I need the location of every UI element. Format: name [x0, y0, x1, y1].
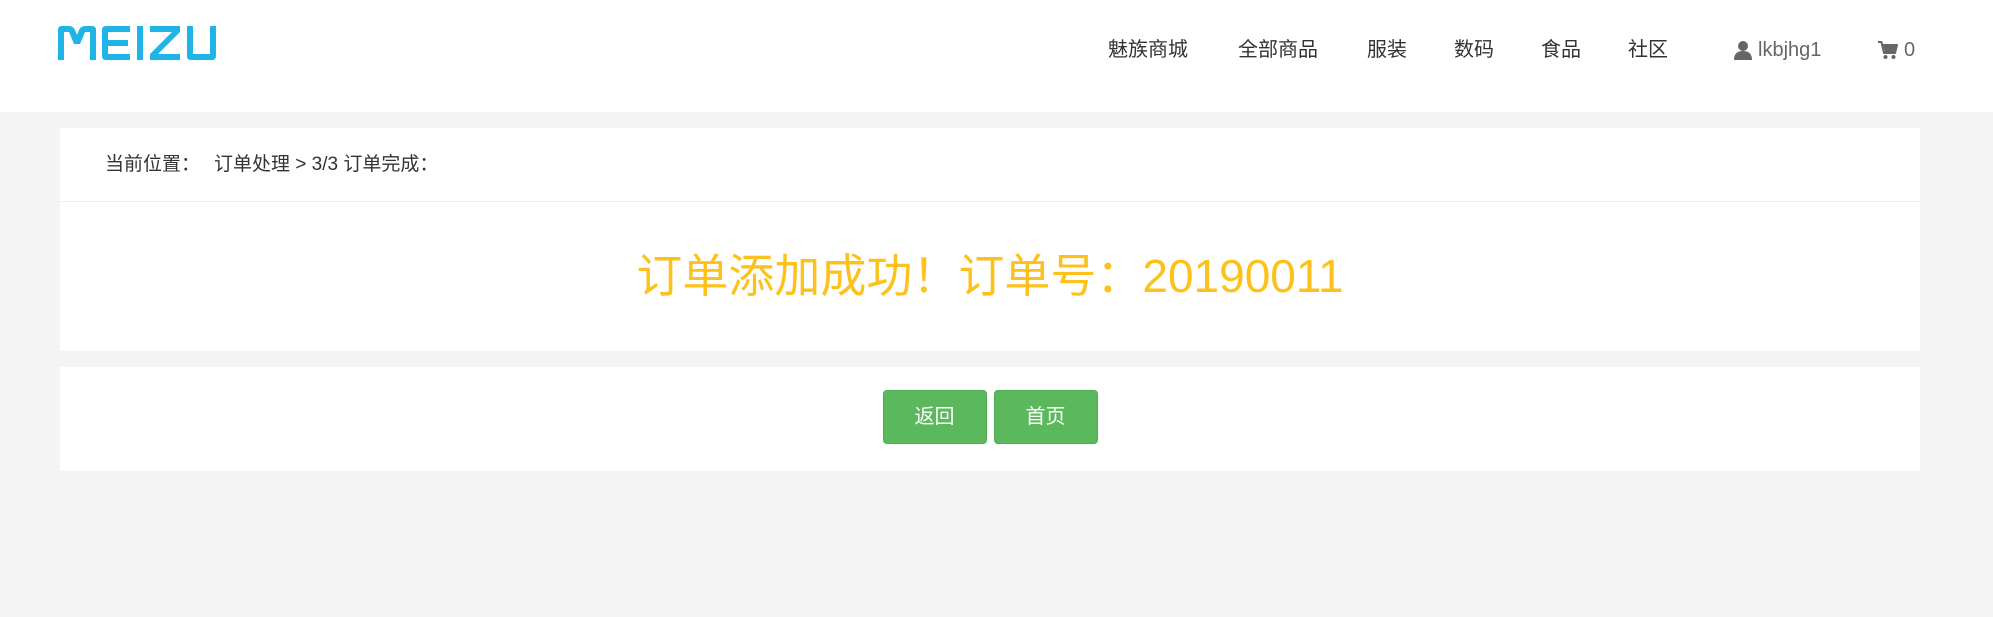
cart-count: 0 — [1904, 39, 1916, 61]
action-panel: 返回 首页 — [60, 367, 1920, 471]
cart-icon — [1878, 41, 1898, 59]
nav-item-clothing[interactable]: 服装 — [1367, 36, 1407, 64]
back-button[interactable]: 返回 — [882, 390, 987, 444]
panel-divider — [60, 201, 1920, 202]
top-navbar: 魅族商城 全部商品 服装 数码 食品 社区 lkbjhg1 0 — [0, 0, 1993, 112]
nav-item-all-products[interactable]: 全部商品 — [1238, 36, 1318, 64]
nav-item-meizu-mall[interactable]: 魅族商城 — [1108, 36, 1188, 64]
user-icon — [1734, 41, 1752, 60]
cart-link[interactable]: 0 — [1878, 36, 1915, 64]
action-buttons: 返回 首页 — [60, 390, 1920, 444]
meizu-logo[interactable] — [58, 26, 234, 60]
nav-item-community[interactable]: 社区 — [1628, 36, 1668, 64]
breadcrumb-prefix: 当前位置： — [105, 154, 201, 175]
breadcrumb-path: 订单处理 > 3/3 订单完成： — [214, 154, 439, 175]
order-success-message: 订单添加成功！订单号：20190011 — [636, 250, 1344, 302]
user-account-link[interactable]: lkbjhg1 — [1734, 36, 1821, 64]
nav-item-food[interactable]: 食品 — [1541, 36, 1581, 64]
order-result-panel: 当前位置： 订单处理 > 3/3 订单完成： 订单添加成功！订单号：2019001… — [60, 128, 1920, 351]
nav-item-digital[interactable]: 数码 — [1454, 36, 1494, 64]
breadcrumb: 当前位置： 订单处理 > 3/3 订单完成： — [105, 150, 438, 180]
username: lkbjhg1 — [1758, 39, 1822, 61]
home-button[interactable]: 首页 — [993, 390, 1098, 444]
